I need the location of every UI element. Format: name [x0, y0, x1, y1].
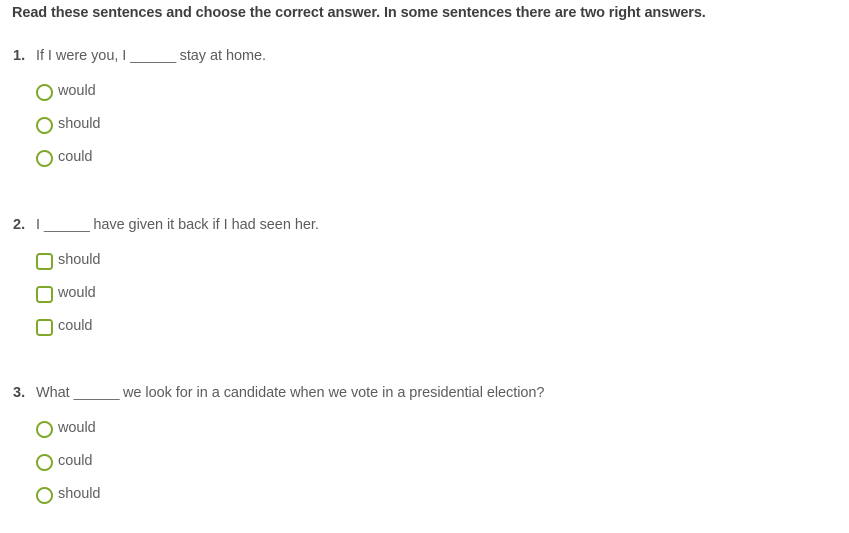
question-text-before: I [36, 217, 44, 233]
radio-icon[interactable] [36, 117, 53, 134]
radio-icon[interactable] [36, 150, 53, 167]
question-line: 2. I ______ have given it back if I had s… [0, 217, 849, 241]
question-text-after: we look for in a candidate when we vote … [119, 385, 545, 401]
question-line: 1. If I were you, I ______ stay at home. [0, 48, 849, 72]
radio-icon[interactable] [36, 454, 53, 471]
question-text-after: have given it back if I had seen her. [89, 217, 319, 233]
radio-control[interactable] [36, 150, 53, 167]
option-label: would [58, 285, 96, 301]
radio-control[interactable] [36, 454, 53, 471]
question-text: I ______ have given it back if I had see… [36, 217, 319, 233]
option-label: could [58, 318, 93, 334]
option-group: should would could [0, 252, 849, 351]
checkbox-control[interactable] [36, 286, 53, 303]
question-text-before: If I were you, I [36, 48, 131, 64]
option-label: could [58, 149, 93, 165]
option-label: should [58, 486, 101, 502]
instruction-text: Read these sentences and choose the corr… [12, 5, 706, 21]
checkbox-icon[interactable] [36, 253, 53, 270]
question-text-before: What [36, 385, 74, 401]
option-row[interactable]: could [0, 318, 849, 351]
option-row[interactable]: should [0, 252, 849, 285]
option-row[interactable]: should [0, 116, 849, 149]
radio-control[interactable] [36, 84, 53, 101]
option-label: would [58, 83, 96, 99]
radio-control[interactable] [36, 117, 53, 134]
radio-icon[interactable] [36, 421, 53, 438]
checkbox-icon[interactable] [36, 319, 53, 336]
option-label: should [58, 116, 101, 132]
answer-blank: ______ [73, 385, 120, 401]
radio-icon[interactable] [36, 487, 53, 504]
radio-control[interactable] [36, 421, 53, 438]
question-text: If I were you, I ______ stay at home. [36, 48, 266, 64]
radio-control[interactable] [36, 487, 53, 504]
option-row[interactable]: would [0, 83, 849, 116]
question-text-after: stay at home. [175, 48, 267, 64]
option-label: should [58, 252, 101, 268]
radio-icon[interactable] [36, 84, 53, 101]
option-row[interactable]: could [0, 149, 849, 182]
checkbox-icon[interactable] [36, 286, 53, 303]
option-group: would could should [0, 420, 849, 519]
question-block: 1. If I were you, I ______ stay at home. w… [0, 48, 849, 182]
option-label: could [58, 453, 93, 469]
option-row[interactable]: would [0, 420, 849, 453]
option-label: would [58, 420, 96, 436]
question-line: 3. What ______ we look for in a candidate… [0, 385, 849, 409]
question-number: 1. [13, 48, 26, 64]
question-text: What ______ we look for in a candidate w… [36, 385, 544, 401]
option-group: would should could [0, 83, 849, 182]
question-number: 3. [13, 385, 26, 401]
option-row[interactable]: could [0, 453, 849, 486]
question-block: 3. What ______ we look for in a candidate… [0, 385, 849, 519]
option-row[interactable]: would [0, 285, 849, 318]
quiz-page: Read these sentences and choose the corr… [0, 0, 849, 533]
question-block: 2. I ______ have given it back if I had s… [0, 217, 849, 351]
checkbox-control[interactable] [36, 253, 53, 270]
answer-blank: ______ [43, 217, 90, 233]
option-row[interactable]: should [0, 486, 849, 519]
checkbox-control[interactable] [36, 319, 53, 336]
question-number: 2. [13, 217, 26, 233]
answer-blank: ______ [130, 48, 176, 64]
